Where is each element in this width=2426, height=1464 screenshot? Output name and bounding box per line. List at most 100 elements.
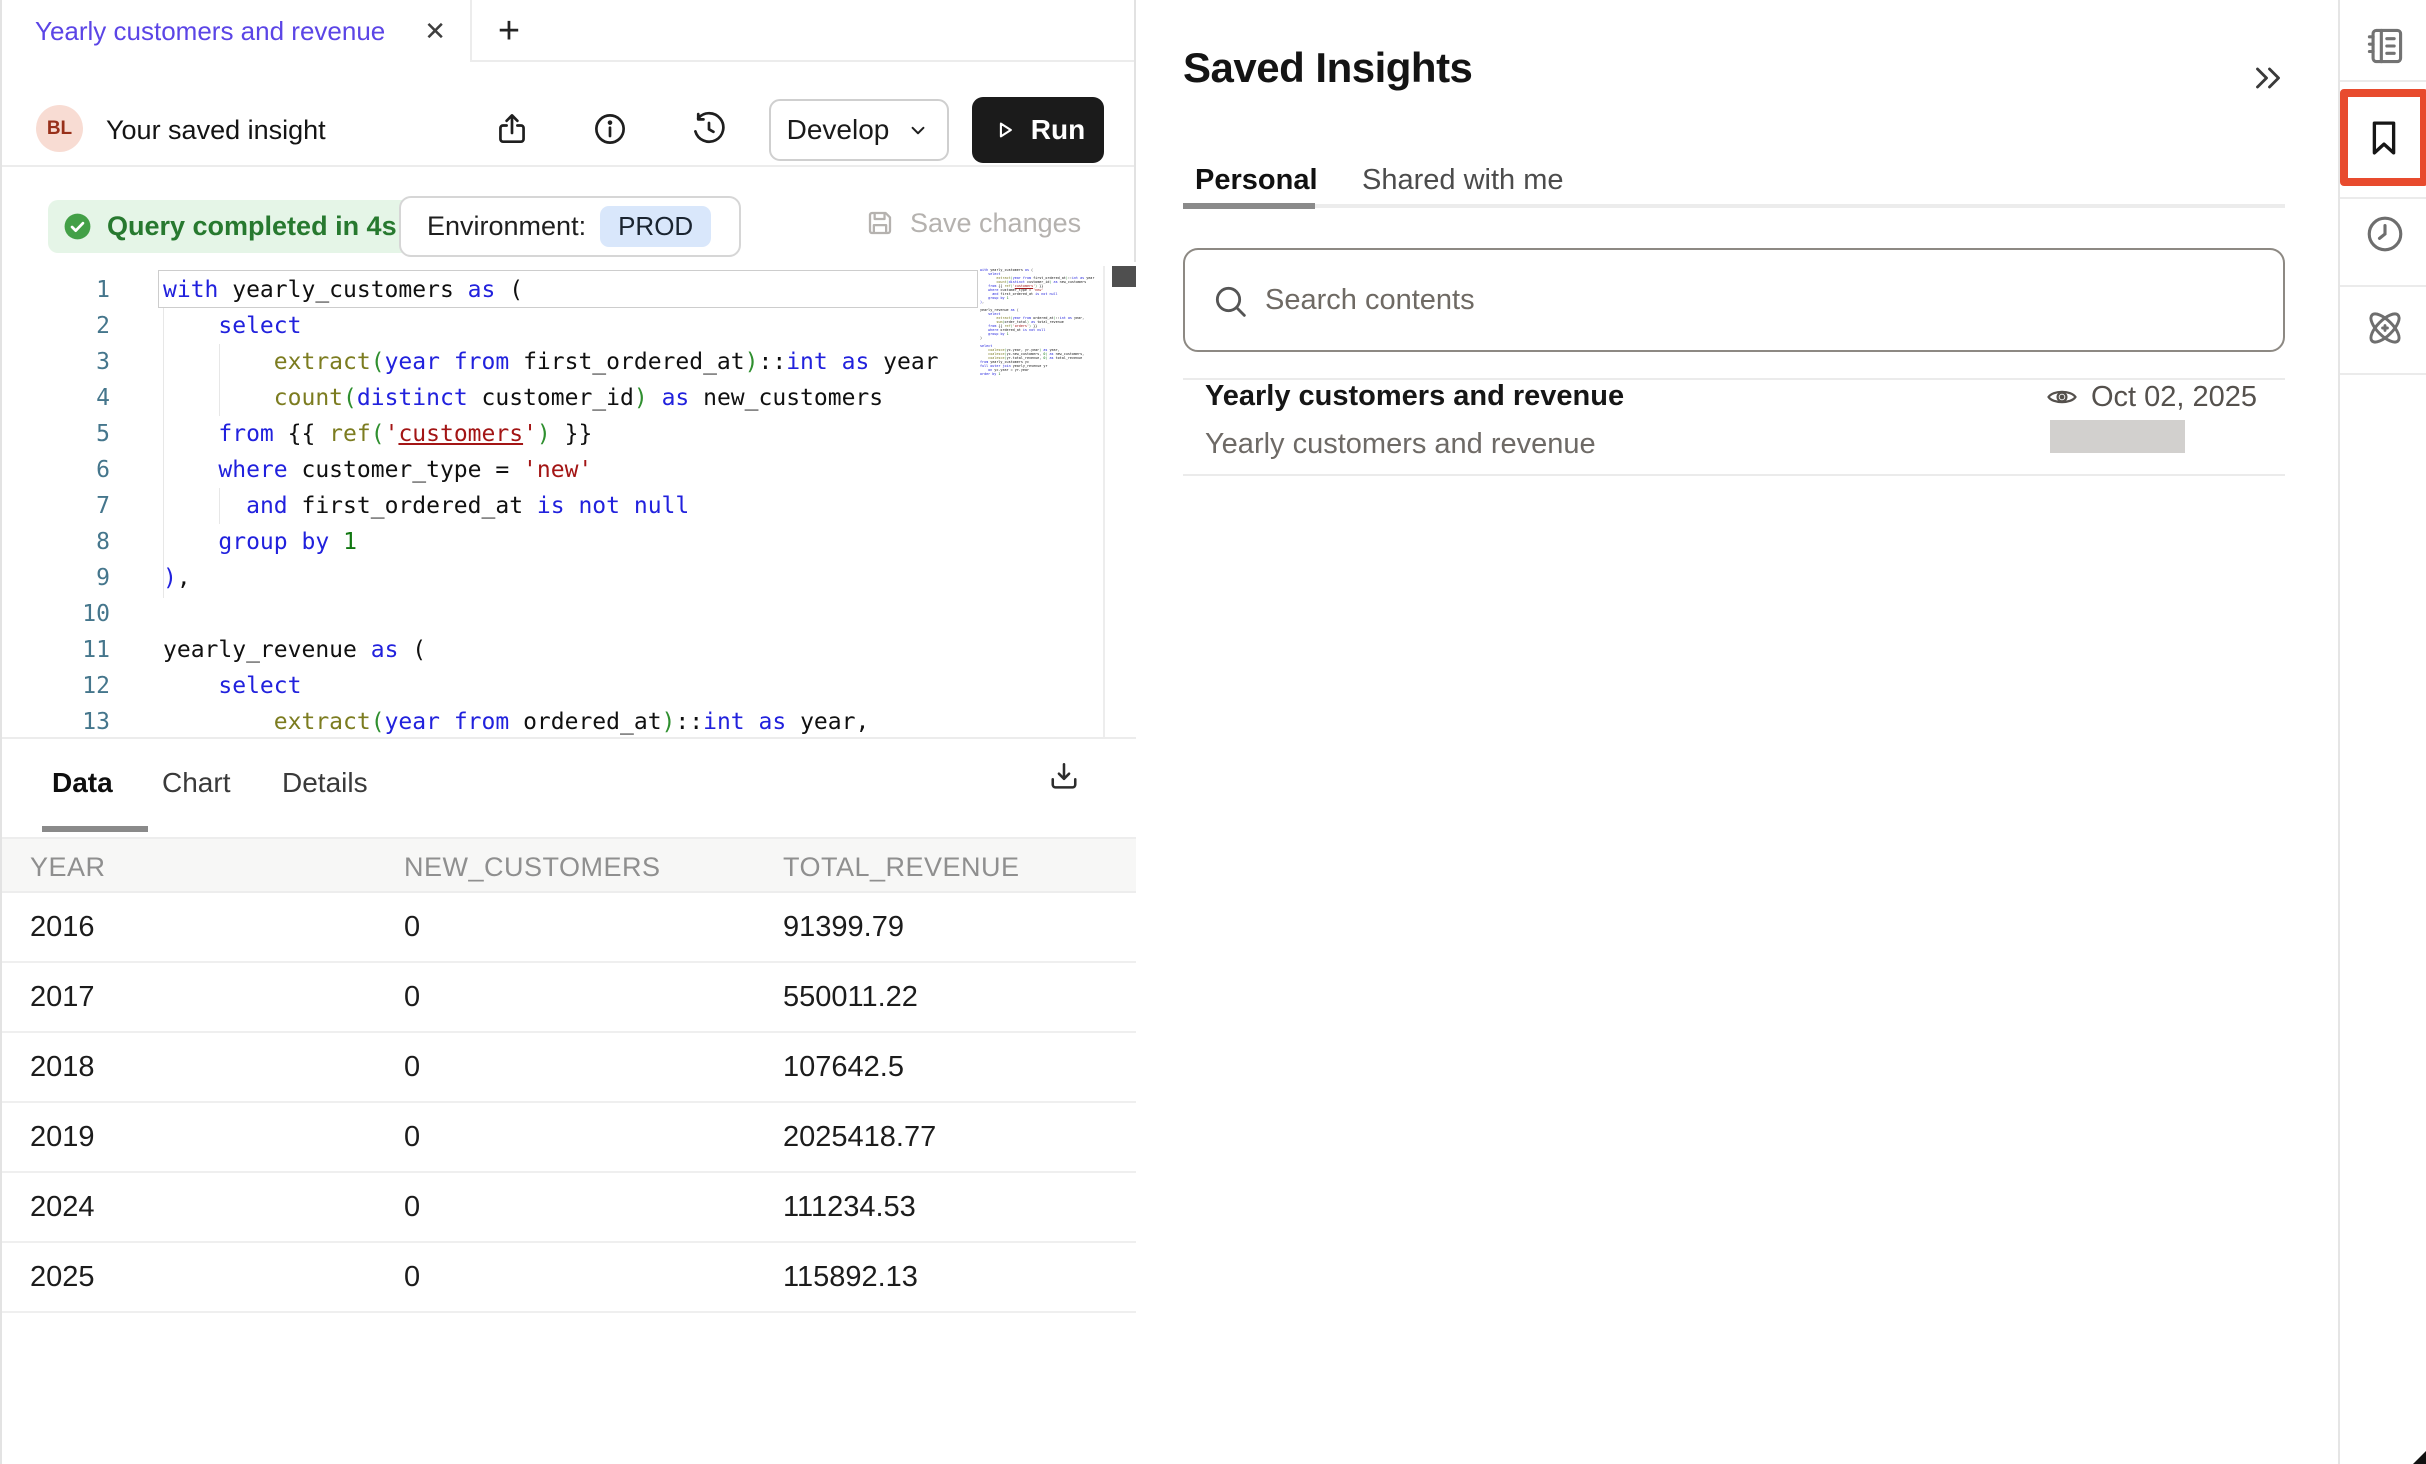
environment-label: Environment: [427,211,586,242]
avatar: BL [36,105,83,152]
active-tab-underline [1183,203,1315,209]
sql-editor[interactable]: 1with yearly_customers as (2 select3 ext… [2,262,1136,737]
code-line[interactable]: 2 select [2,308,1136,344]
tab-shared-with-me[interactable]: Shared with me [1362,164,1564,197]
download-button[interactable] [1046,759,1082,795]
code-text: yearly_revenue as ( [163,632,978,668]
run-button[interactable]: Run [972,97,1104,163]
insight-date: Oct 02, 2025 [2091,381,2257,414]
divider [1183,474,2285,476]
table-cell: 0 [404,981,420,1014]
tab-yearly-customers-and-revenue[interactable]: Yearly customers and revenue ✕ [2,0,472,62]
table-cell: 2017 [30,981,95,1014]
bookmark-icon [2363,114,2405,162]
line-number: 5 [2,416,110,452]
line-number: 2 [2,308,110,344]
line-number: 12 [2,668,110,704]
query-status-text: Query completed in 4s [107,211,397,242]
tab-data[interactable]: Data [52,767,113,799]
table-cell: 0 [404,1191,420,1224]
line-number: 11 [2,632,110,668]
line-number: 3 [2,344,110,380]
status-bar: Query completed in 4s Environment: PROD … [2,167,1134,262]
saved-insights-button-active[interactable] [2340,89,2426,186]
line-number: 8 [2,524,110,560]
code-line[interactable]: 13 extract(year from ordered_at)::int as… [2,704,1136,737]
line-number: 1 [2,272,110,308]
run-label: Run [1031,114,1085,146]
editor-minimap[interactable]: with yearly_customers as ( select extrac… [980,266,1105,737]
table-cell: 2018 [30,1051,95,1084]
chevrons-right-icon [2250,60,2286,96]
search-input[interactable] [1265,252,2265,348]
eye-icon [2045,380,2079,414]
table-row: 20240111234.53 [2,1173,1136,1243]
info-button[interactable] [591,110,629,148]
code-text: with yearly_customers as ( [163,272,978,308]
divider [2340,285,2426,287]
tab-chart[interactable]: Chart [162,767,230,799]
info-icon [591,110,629,148]
table-cell: 111234.53 [783,1191,916,1224]
insight-subtitle: Yearly customers and revenue [1205,428,1596,461]
table-cell: 0 [404,911,420,944]
search-box [1183,248,2285,352]
editor-scrollbar-thumb[interactable] [1112,266,1136,287]
line-number: 13 [2,704,110,737]
collapse-panel-button[interactable] [2250,60,2286,96]
save-icon [864,207,896,239]
code-text: where customer_type = 'new' [163,452,978,488]
table-body: 2016091399.7920170550011.2220180107642.5… [2,893,1136,1313]
table-cell: 0 [404,1051,420,1084]
table-row: 2018 0 107642.5 [2,1033,1136,1103]
environment-dropdown[interactable]: Environment: PROD [399,196,741,257]
tab-personal[interactable]: Personal [1195,164,1318,197]
table-row: 2019 0 2025418.77 [2,1103,1136,1173]
code-line[interactable]: 5 from {{ ref('customers') }} [2,416,1136,452]
table-cell: 2025418.77 [783,1121,936,1154]
develop-dropdown[interactable]: Develop [769,99,949,161]
code-line[interactable]: 3 extract(year from first_ordered_at)::i… [2,344,1136,380]
code-text: select [163,308,978,344]
table-cell: 0 [404,1261,420,1294]
code-line[interactable]: 12 select [2,668,1136,704]
notebook-panel-button[interactable] [2363,24,2407,68]
code-text: extract(year from ordered_at)::int as ye… [163,704,978,737]
code-line[interactable]: 10 [2,596,1136,632]
code-line[interactable]: 6 where customer_type = 'new' [2,452,1136,488]
code-lines: 1with yearly_customers as (2 select3 ext… [2,272,1136,737]
history-panel-button[interactable] [2363,212,2407,256]
column-header-total-revenue: TOTAL_REVENUE [783,852,1020,883]
clock-icon [2363,212,2407,256]
share-icon [493,110,531,148]
code-line[interactable]: 8 group by 1 [2,524,1136,560]
code-line[interactable]: 9), [2,560,1136,596]
history-icon [690,110,728,148]
tab-close-icon[interactable]: ✕ [424,18,446,44]
save-changes-button[interactable]: Save changes [864,207,1081,239]
code-line[interactable]: 7 and first_ordered_at is not null [2,488,1136,524]
code-line[interactable]: 11 yearly_revenue as ( [2,632,1136,668]
share-button[interactable] [493,110,531,148]
code-text: select [163,668,978,704]
table-cell: 107642.5 [783,1051,904,1084]
check-circle-icon [62,211,93,242]
active-tab-underline [42,826,148,832]
code-line[interactable]: 1 with yearly_customers as ( [2,272,1136,308]
table-cell: 2016 [30,911,95,944]
app-window: Yearly customers and revenue ✕ + BL Your… [0,0,2426,1464]
new-tab-button[interactable]: + [484,0,534,62]
tab-track [1183,204,2285,208]
history-button[interactable] [690,110,728,148]
table-cell: 0 [404,1121,420,1154]
copilot-panel-button[interactable] [2363,306,2407,350]
table-cell: 115892.13 [783,1261,918,1294]
line-number: 4 [2,380,110,416]
insight-meta: Oct 02, 2025 [2045,380,2257,414]
code-text: ), [163,560,978,596]
copilot-icon [2363,306,2407,350]
code-line[interactable]: 4 count(distinct customer_id) as new_cus… [2,380,1136,416]
query-workspace: Yearly customers and revenue ✕ + BL Your… [2,0,1136,1464]
tab-details[interactable]: Details [282,767,368,799]
table-cell: 2019 [30,1121,95,1154]
